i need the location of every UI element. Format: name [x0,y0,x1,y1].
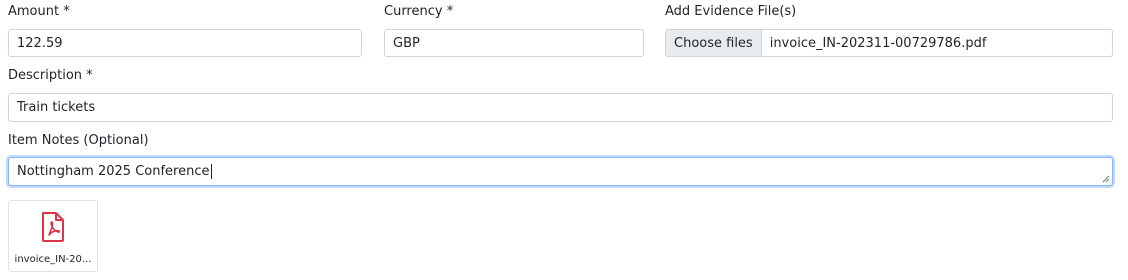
currency-label: Currency * [384,4,454,19]
text-caret [211,164,213,179]
description-label: Description * [8,68,93,83]
attachment-thumbnail[interactable]: invoice_IN-20... [8,200,98,272]
amount-label: Amount * [8,4,70,19]
evidence-file-input[interactable]: Choose files invoice_IN-202311-00729786.… [665,29,1113,57]
notes-text: Nottingham 2025 Conference [17,164,210,179]
choose-files-button[interactable]: Choose files [666,30,762,56]
evidence-label: Add Evidence File(s) [665,4,797,19]
description-input[interactable]: Train tickets [8,93,1113,122]
notes-textarea[interactable]: Nottingham 2025 Conference [8,157,1113,186]
pdf-file-icon [42,212,64,242]
notes-label: Item Notes (Optional) [8,133,149,148]
currency-input[interactable]: GBP [384,29,644,57]
amount-input[interactable]: 122.59 [8,29,362,57]
attachment-caption: invoice_IN-20... [14,254,92,265]
resize-handle-icon[interactable] [1102,175,1110,183]
selected-file-name: invoice_IN-202311-00729786.pdf [769,35,987,51]
